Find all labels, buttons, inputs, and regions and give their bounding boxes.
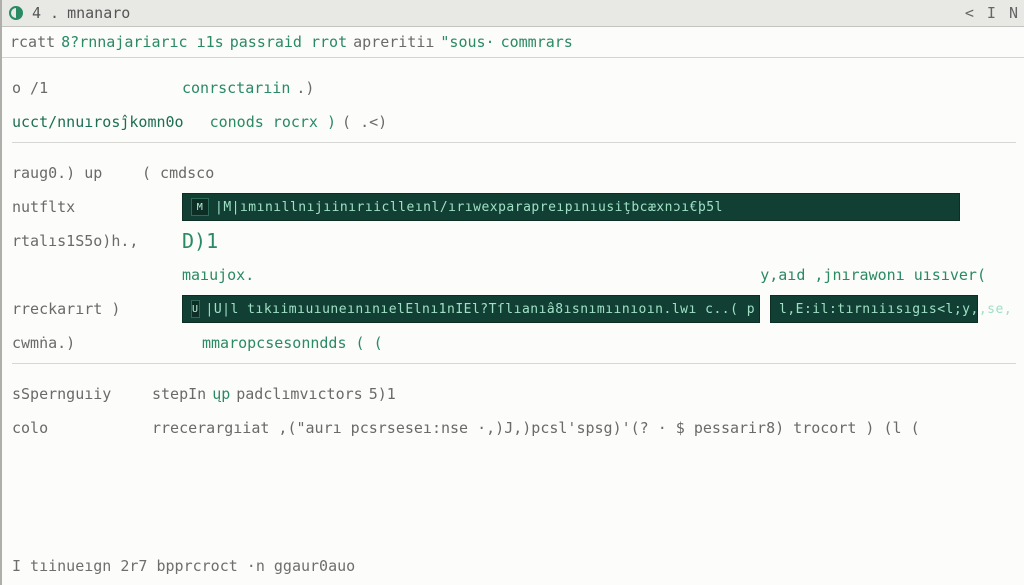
line: sSpernguıiy stepIn ųp padclımvıctors 5)1 xyxy=(12,380,1016,408)
line: cwmṅa.) mmaropcsesonndds ( ( xyxy=(12,329,1016,357)
hdr-token: passraid rrot xyxy=(230,33,347,51)
hdr-token: commrars xyxy=(501,33,573,51)
line: maıujox. y,aıd ,jnırawonı uısıver( xyxy=(12,261,1016,289)
hdr-token: 8?rnnajariarıc ı1s xyxy=(61,33,224,51)
status-line: I tıinueıgn 2r7 bpprcroct ·n ggaur0auo xyxy=(12,557,355,575)
token: .) xyxy=(296,79,314,97)
line: nutfltx M |M|ımınıllnıjıinırıiclleınl/ır… xyxy=(12,193,1016,221)
token: 5)1 xyxy=(369,385,396,403)
bar-text: l,E:il:tırnıiısıgıs<l;y,,se, xyxy=(779,302,1012,317)
app-icon xyxy=(8,5,24,21)
titlebar: 4 . mnanaro < I N xyxy=(2,0,1024,27)
token: conods rocrx ) xyxy=(210,113,336,131)
highlight-bar[interactable]: M |M|ımınıllnıjıinırıiclleınl/ırıwexpara… xyxy=(182,193,960,221)
token: maıujox. xyxy=(182,266,254,284)
separator xyxy=(12,363,1016,364)
line: ucct/nnuırosĵkomn0o conods rocrx ) ( .<) xyxy=(12,108,1016,136)
token: conrsctarıin xyxy=(182,79,290,97)
hdr-token: "sous· xyxy=(440,33,494,51)
command-header: rcatt 8?rnnajariarıc ı1s passraid rrot a… xyxy=(2,27,1024,58)
token: ucct/nnuırosĵkomn0o xyxy=(12,113,184,131)
token: stepIn xyxy=(152,385,206,403)
token: rrecerargıiat ,("aurı pcsrseseı:nse ·,)J… xyxy=(152,419,920,437)
token: colo xyxy=(12,419,48,437)
token: o /1 xyxy=(12,79,48,97)
token: ( .<) xyxy=(342,113,387,131)
separator xyxy=(12,142,1016,143)
bar-badge-icon: M xyxy=(191,198,209,216)
token: nutfltx xyxy=(12,198,75,216)
token: y,aıd ,jnırawonı uısıver( xyxy=(760,266,986,284)
token: cwmṅa.) xyxy=(12,334,75,352)
terminal-window: 4 . mnanaro < I N rcatt 8?rnnajariarıc ı… xyxy=(0,0,1024,585)
line: o /1 conrsctarıin .) xyxy=(12,74,1016,102)
tab-number: 4 . xyxy=(32,4,59,22)
token: raug0.) up xyxy=(12,164,102,182)
bar-badge-icon: U xyxy=(191,300,200,318)
bar-text: |M|ımınıllnıjıinırıiclleınl/ırıwexparapr… xyxy=(215,200,723,215)
token: rtalıs1S5o)h., xyxy=(12,232,138,250)
token: mmaropcsesonndds ( ( xyxy=(202,334,383,352)
bar-text: |U|l tıkıimıuıuneınınıelElnı1nIEl?Tſlıan… xyxy=(206,302,756,317)
line: rreckarırt ) U |U|l tıkıimıuıuneınınıelE… xyxy=(12,295,1016,323)
token: sSpernguıiy xyxy=(12,385,111,403)
hdr-token: apreritiı xyxy=(353,33,434,51)
terminal-body[interactable]: o /1 conrsctarıin .) ucct/nnuırosĵkomn0o… xyxy=(2,58,1024,458)
tab-title: mnanaro xyxy=(67,4,130,22)
line: raug0.) up ( cmdsco xyxy=(12,159,1016,187)
token: D)1 xyxy=(182,229,218,253)
highlight-bar[interactable]: l,E:il:tırnıiısıgıs<l;y,,se, xyxy=(770,295,978,323)
token: ųp xyxy=(212,385,230,403)
line: colo rrecerargıiat ,("aurı pcsrseseı:nse… xyxy=(12,414,1016,442)
titlebar-right: < I N xyxy=(965,4,1020,22)
line: rtalıs1S5o)h., D)1 xyxy=(12,227,1016,255)
token: rreckarırt ) xyxy=(12,300,120,318)
token: ( cmdsco xyxy=(142,164,214,182)
hdr-token: rcatt xyxy=(10,33,55,51)
token: padclımvıctors xyxy=(236,385,362,403)
highlight-bar[interactable]: U |U|l tıkıimıuıuneınınıelElnı1nIEl?Tſlı… xyxy=(182,295,760,323)
